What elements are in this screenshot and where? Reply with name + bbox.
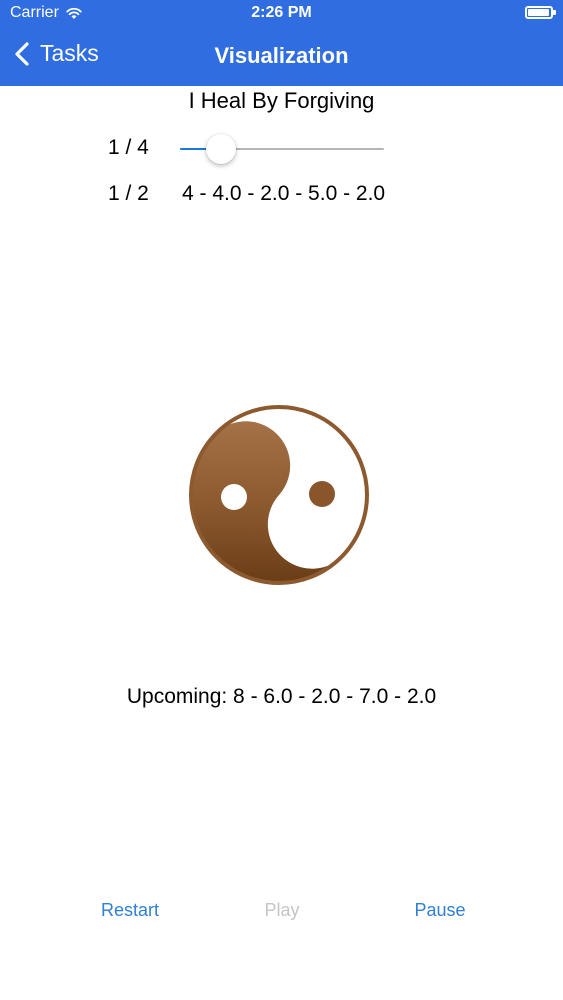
page-title: Visualization <box>214 43 349 68</box>
battery-icon <box>525 6 556 19</box>
sequence-label: 1 / 2 <box>108 182 149 205</box>
slider-thumb[interactable] <box>205 134 236 164</box>
status-time: 2:26 PM <box>251 4 312 21</box>
upcoming-sequence: Upcoming: 8 - 6.0 - 2.0 - 7.0 - 2.0 <box>126 685 437 708</box>
pause-button[interactable]: Pause <box>380 900 500 921</box>
play-button[interactable]: Play <box>222 900 342 921</box>
playback-controls: Restart Play Pause <box>0 900 563 930</box>
battery-cap <box>553 10 556 15</box>
battery-level <box>528 9 549 16</box>
yin-yang-icon <box>189 405 369 585</box>
slider-label: 1 / 4 <box>108 136 149 159</box>
progress-slider[interactable] <box>180 134 384 166</box>
sequence-text: 4 - 4.0 - 2.0 - 5.0 - 2.0 <box>182 182 386 205</box>
navigation-bar: Tasks Visualization <box>0 28 563 86</box>
status-bar: Carrier 2:26 PM <box>0 0 563 28</box>
affirmation-heading: I Heal By Forgiving <box>188 88 375 113</box>
top-bar: Carrier 2:26 PM Tasks Visualization <box>0 0 563 86</box>
restart-button[interactable]: Restart <box>70 900 190 921</box>
